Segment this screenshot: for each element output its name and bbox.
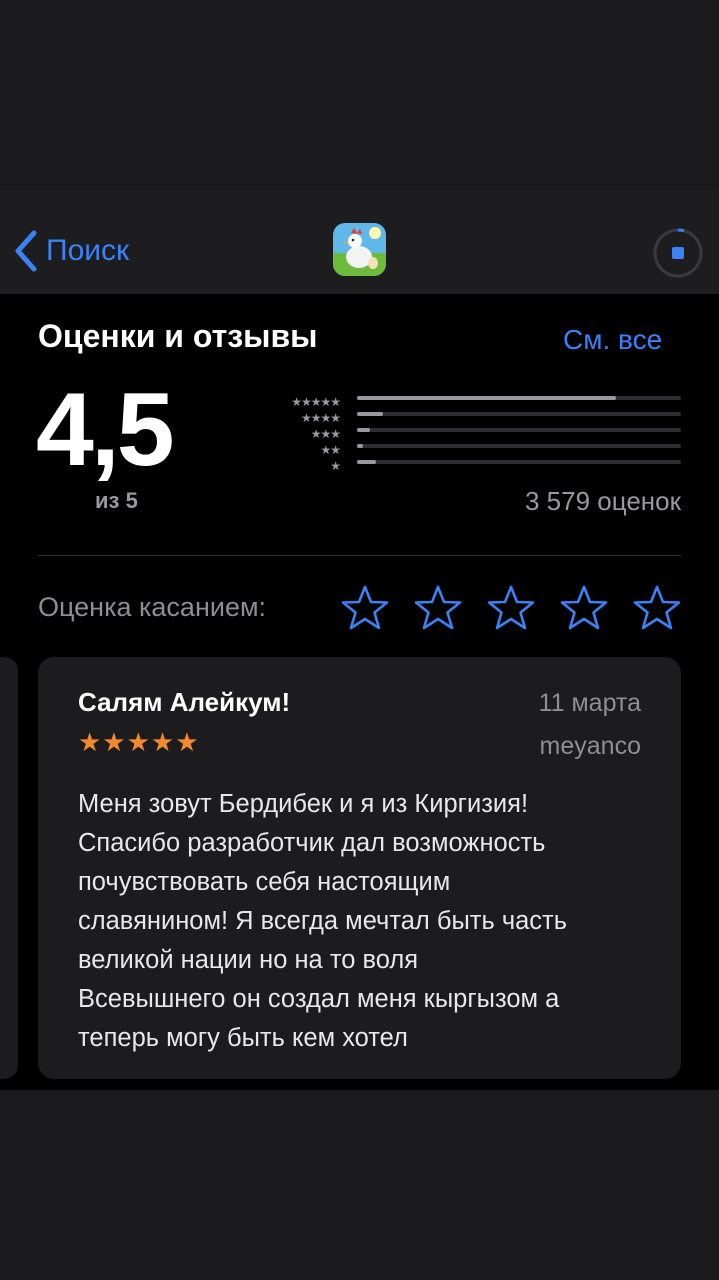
chicken-app-icon[interactable] [333,223,386,276]
ratings-count: 3 579 оценок [525,486,681,516]
review-line: славянином! Я всегда мечтал быть часть [78,907,568,935]
out-of-label: из 5 [95,488,138,513]
bar-track-5 [357,396,681,400]
review-line: теперь могу быть кем хотел [78,1024,408,1052]
bar-fill-4 [357,412,383,416]
back-button[interactable]: Поиск [14,226,129,276]
review-line: великой нации но на то воля [78,946,419,974]
tap-to-rate-label: Оценка касанием: [38,592,267,622]
stop-download-icon[interactable] [652,227,704,279]
star-row-1: ★ [330,459,341,473]
review-line: Всевышнего он создал меня кыргызом а [78,985,560,1013]
tap-to-rate-stars [340,584,682,632]
divider [38,555,681,556]
review-line: почувствовать себя настоящим [78,868,451,896]
bar-fill-1 [357,460,377,464]
previous-review-card[interactable] [0,657,18,1079]
bar-track-1 [357,460,681,464]
bar-fill-2 [357,444,364,448]
back-label: Поиск [46,234,130,267]
rate-star-4-icon[interactable] [559,584,609,632]
bar-track-2 [357,444,681,448]
rate-star-3-icon[interactable] [486,584,536,632]
review-title: Салям Алейкум! [78,687,291,717]
bar-fill-3 [357,428,370,432]
top-dark-area [0,0,719,190]
review-date: 11 марта [538,689,641,717]
review-author: meyanco [539,732,641,760]
star-row-5: ★★★★★ [291,395,341,409]
rating-distribution [357,396,681,476]
average-rating: 4,5 [36,372,175,488]
chevron-left-icon [14,229,40,273]
star-row-4: ★★★★ [300,411,341,425]
bar-track-3 [357,428,681,432]
review-body: Меня зовут Бердибек и я из Киргизия! Спа… [78,785,648,1058]
see-all-link[interactable]: См. все [563,324,662,356]
star-row-3: ★★★ [310,427,341,441]
review-stars: ★★★★★ [78,727,200,757]
star-row-2: ★★ [320,443,341,457]
star-labels: ★★★★★ ★★★★ ★★★ ★★ ★ [258,394,341,474]
review-line: Спасибо разработчик дал возможность [78,829,546,857]
bar-track-4 [357,412,681,416]
rate-star-1-icon[interactable] [340,584,390,632]
bar-fill-5 [357,396,617,400]
rate-star-5-icon[interactable] [632,584,682,632]
section-title: Оценки и отзывы [38,318,318,354]
rate-star-2-icon[interactable] [413,584,463,632]
review-line: Меня зовут Бердибек и я из Киргизия! [78,790,529,818]
review-card[interactable]: Салям Алейкум! 11 марта ★★★★★ meyanco Ме… [38,657,681,1079]
